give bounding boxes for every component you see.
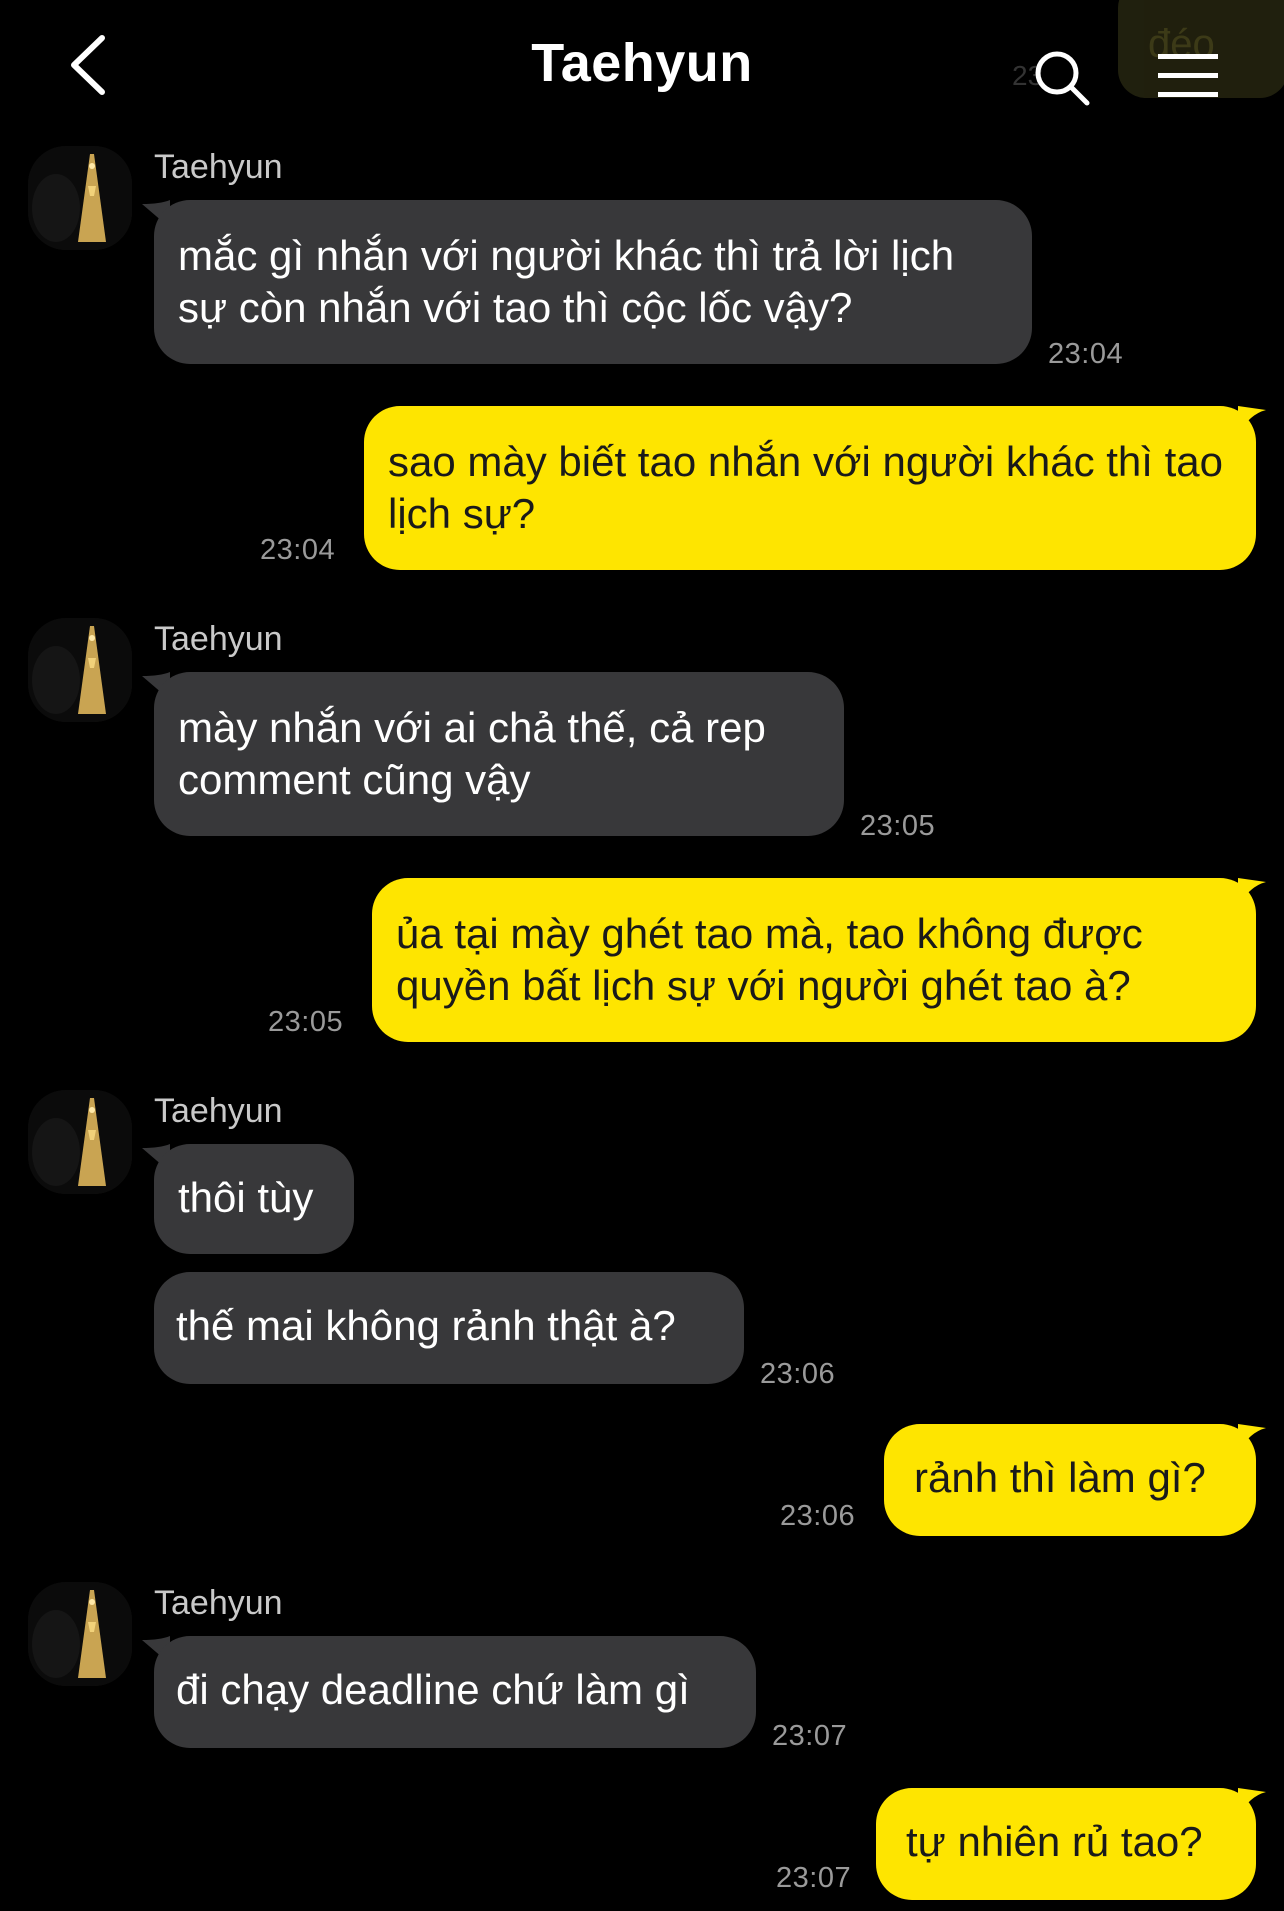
- eiffel-tower-photo: [28, 1090, 132, 1194]
- avatar[interactable]: [28, 618, 132, 722]
- message-bubble-incoming[interactable]: thế mai không rảnh thật à?: [154, 1272, 744, 1384]
- bubble-tail: [1238, 406, 1266, 434]
- menu-button[interactable]: [1156, 52, 1220, 100]
- message-text: rảnh thì làm gì?: [914, 1454, 1206, 1501]
- hamburger-menu-icon: [1158, 54, 1218, 97]
- eiffel-tower-photo: [28, 1582, 132, 1686]
- eiffel-tower-photo: [28, 618, 132, 722]
- message-time: 23:06: [760, 1358, 836, 1390]
- message-bubble-incoming[interactable]: thôi tùy: [154, 1144, 354, 1254]
- avatar[interactable]: [28, 146, 132, 250]
- message-text: thế mai không rảnh thật à?: [176, 1302, 676, 1349]
- message-bubble-incoming[interactable]: mắc gì nhắn với người khác thì trả lời l…: [154, 200, 1032, 364]
- message-text: tự nhiên rủ tao?: [906, 1818, 1203, 1865]
- message-text: mày nhắn với ai chả thế, cả rep comment …: [178, 704, 766, 803]
- message-text: mắc gì nhắn với người khác thì trả lời l…: [178, 232, 955, 331]
- message-time: 23:05: [268, 1006, 344, 1038]
- message-bubble-incoming[interactable]: mày nhắn với ai chả thế, cả rep comment …: [154, 672, 844, 836]
- message-time: 23:04: [260, 534, 336, 566]
- message-time: 23:07: [776, 1862, 852, 1894]
- message-bubble-outgoing[interactable]: ủa tại mày ghét tao mà, tao không được q…: [372, 878, 1256, 1042]
- message-bubble-outgoing[interactable]: rảnh thì làm gì?: [884, 1424, 1256, 1536]
- message-bubble-outgoing[interactable]: sao mày biết tao nhắn với người khác thì…: [364, 406, 1256, 570]
- message-time: 23:04: [1048, 338, 1124, 370]
- message-bubble-incoming[interactable]: đi chạy deadline chứ làm gì: [154, 1636, 756, 1748]
- chat-header: đéo 23 Taehyun: [0, 0, 1284, 140]
- message-time: 23:05: [860, 810, 936, 842]
- message-text: ủa tại mày ghét tao mà, tao không được q…: [396, 910, 1143, 1009]
- message-time: 23:06: [780, 1500, 856, 1532]
- eiffel-tower-photo: [28, 146, 132, 250]
- bubble-tail: [1238, 1424, 1266, 1452]
- sender-name: Taehyun: [154, 1584, 283, 1622]
- message-bubble-outgoing[interactable]: tự nhiên rủ tao?: [876, 1788, 1256, 1900]
- search-icon: [1035, 51, 1090, 106]
- avatar[interactable]: [28, 1582, 132, 1686]
- sender-name: Taehyun: [154, 620, 283, 658]
- message-text: thôi tùy: [178, 1174, 314, 1221]
- sender-name: Taehyun: [154, 148, 283, 186]
- sender-name: Taehyun: [154, 1092, 283, 1130]
- message-text: sao mày biết tao nhắn với người khác thì…: [388, 438, 1223, 537]
- message-time: 23:07: [772, 1720, 848, 1752]
- message-text: đi chạy deadline chứ làm gì: [176, 1666, 690, 1713]
- bubble-tail: [1238, 1788, 1266, 1816]
- avatar[interactable]: [28, 1090, 132, 1194]
- search-button[interactable]: [1032, 48, 1092, 108]
- bubble-tail: [1238, 878, 1266, 906]
